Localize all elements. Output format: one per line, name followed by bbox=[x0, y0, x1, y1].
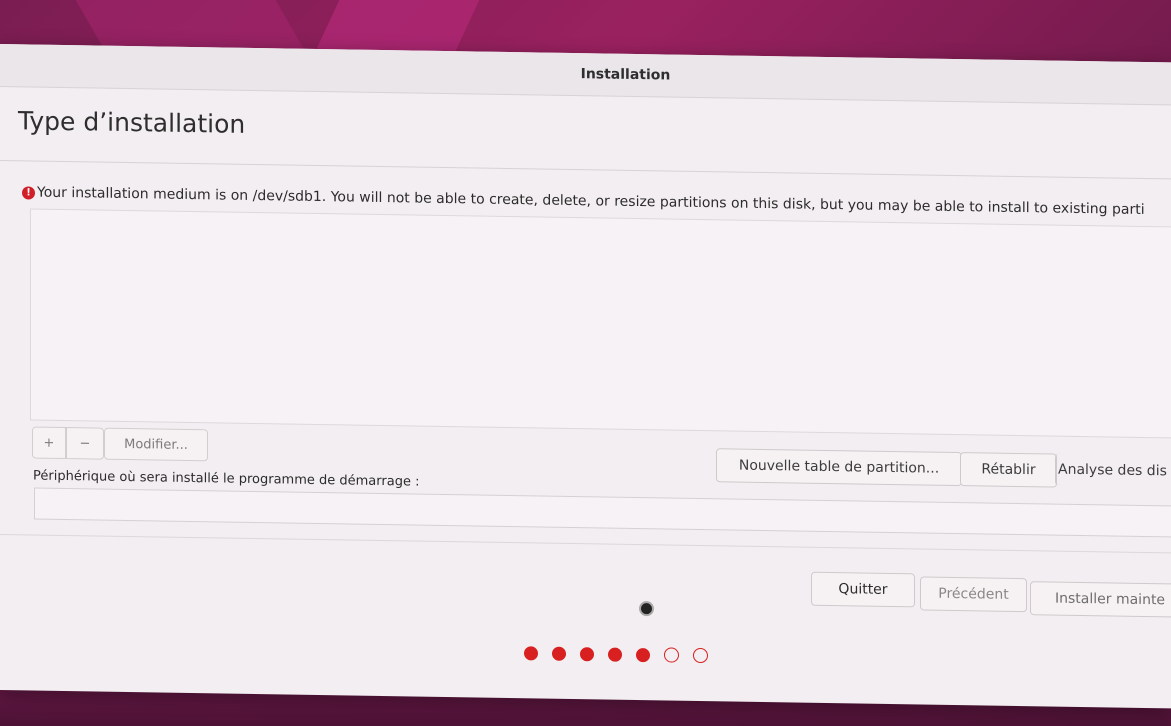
bootloader-label: Périphérique où sera installé le program… bbox=[33, 468, 420, 490]
new-partition-table-button[interactable]: Nouvelle table de partition... bbox=[716, 448, 962, 487]
install-now-button[interactable]: Installer mainte bbox=[1030, 581, 1171, 619]
progress-dot-complete bbox=[580, 646, 594, 661]
window-title: Installation bbox=[580, 66, 671, 84]
progress-dot-complete bbox=[608, 647, 622, 662]
titlebar: Installation bbox=[0, 44, 1171, 106]
revert-button[interactable]: Rétablir bbox=[960, 452, 1057, 488]
divider bbox=[0, 534, 1171, 554]
divider bbox=[0, 160, 1171, 180]
error-icon: ! bbox=[22, 185, 35, 200]
back-button[interactable]: Précédent bbox=[920, 576, 1027, 613]
progress-dot-pending bbox=[664, 647, 679, 663]
modify-partition-button[interactable]: Modifier... bbox=[104, 427, 208, 462]
analyse-disks-button[interactable]: Analyse des dis bbox=[1055, 453, 1171, 488]
remove-partition-button[interactable]: − bbox=[66, 427, 104, 460]
bootloader-device-select[interactable] bbox=[34, 487, 1171, 538]
progress-dot-pending bbox=[693, 647, 708, 664]
mouse-cursor-indicator bbox=[639, 601, 654, 617]
progress-dot-complete bbox=[524, 645, 538, 660]
page-title: Type d’installation bbox=[18, 106, 246, 139]
partition-list[interactable] bbox=[30, 208, 1171, 439]
quit-button[interactable]: Quitter bbox=[811, 571, 915, 608]
step-progress-dots bbox=[524, 645, 708, 664]
progress-dot-complete bbox=[636, 647, 650, 662]
add-partition-button[interactable]: + bbox=[32, 426, 66, 460]
progress-dot-complete bbox=[552, 646, 566, 661]
installer-window: Installation Type d’installation ! Your … bbox=[0, 44, 1171, 709]
